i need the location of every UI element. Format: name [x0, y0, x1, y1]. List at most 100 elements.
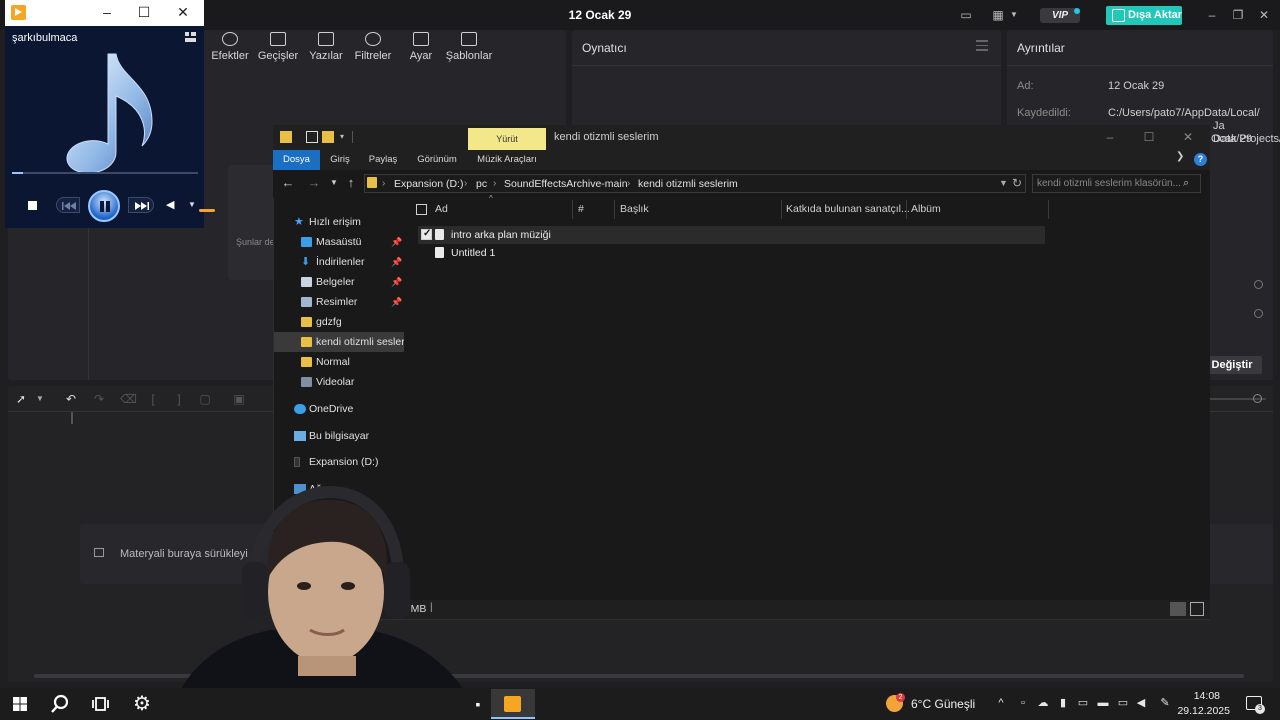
pin-icon[interactable]: 📌 — [391, 252, 402, 272]
minimize-icon[interactable]: – — [1204, 8, 1220, 22]
tab-effects[interactable]: Efektler — [205, 32, 255, 62]
nav-this-pc[interactable]: Bu bilgisayar — [274, 426, 404, 446]
menu-icon[interactable] — [976, 40, 988, 52]
stop-button[interactable] — [28, 201, 37, 210]
breadcrumb[interactable]: Expansion (D:) — [394, 178, 463, 190]
tab-adjust[interactable]: Ayar — [396, 32, 446, 62]
nav-item-downloads[interactable]: ⬇ İndirilenler 📌 — [274, 252, 404, 272]
nav-item-folder[interactable]: Normal — [274, 352, 404, 372]
device-icon[interactable]: ▫ — [1016, 696, 1030, 710]
volume-icon[interactable]: ◀ — [166, 198, 178, 212]
nav-item-videos[interactable]: Videolar — [274, 372, 404, 392]
tab-transitions[interactable]: Geçişler — [253, 32, 303, 62]
start-button[interactable] — [8, 692, 32, 716]
column-divider[interactable] — [1048, 200, 1049, 219]
close-icon[interactable]: ✕ — [173, 3, 193, 21]
redo-icon[interactable]: ↷ — [92, 392, 106, 406]
ribbon-tab-view[interactable]: Görünüm — [408, 150, 466, 170]
ribbon-tab-share[interactable]: Paylaş — [362, 150, 404, 170]
layout-icon[interactable]: ▦ — [990, 8, 1006, 22]
maximize-icon[interactable]: ☐ — [1139, 129, 1159, 145]
column-divider[interactable] — [781, 200, 782, 219]
ribbon-tab-music-tools[interactable]: Müzik Araçları — [470, 150, 544, 170]
delete-icon[interactable]: ⌫ — [120, 392, 137, 406]
image-icon[interactable]: ▣ — [232, 392, 246, 406]
export-button[interactable]: Dışa Aktar — [1106, 6, 1182, 25]
column-divider[interactable] — [906, 200, 907, 219]
display-icon[interactable]: ▭ — [1076, 696, 1090, 710]
breadcrumb[interactable]: kendi otizmli seslerim — [638, 178, 738, 190]
nav-item-documents[interactable]: Belgeler 📌 — [274, 272, 404, 292]
nav-item-folder[interactable]: gdzfg — [274, 312, 404, 332]
nav-onedrive[interactable]: OneDrive — [274, 399, 404, 419]
customize-toolbar-icon[interactable]: ▾ — [340, 131, 352, 143]
pause-button[interactable] — [88, 190, 120, 222]
chevron-right-icon[interactable]: › — [464, 178, 467, 189]
back-icon[interactable]: ← — [280, 175, 296, 191]
column-divider[interactable] — [572, 200, 573, 219]
ribbon-tab-home[interactable]: Giriş — [322, 150, 358, 170]
nav-quick-access[interactable]: ★ Hızlı erişim — [274, 212, 404, 232]
network-icon[interactable]: ▭ — [1116, 696, 1130, 710]
pin-icon[interactable]: 📌 — [391, 292, 402, 312]
chevron-down-icon[interactable]: ▼ — [999, 178, 1008, 188]
row-checkbox[interactable] — [421, 228, 432, 240]
search-icon[interactable] — [48, 692, 72, 716]
chevron-down-icon[interactable]: ❯ — [1176, 151, 1184, 162]
select-all-checkbox[interactable] — [416, 204, 427, 215]
maximize-icon[interactable]: ☐ — [134, 3, 154, 21]
recent-locations-icon[interactable]: ▼ — [326, 175, 342, 191]
pin-icon[interactable]: 📌 — [391, 232, 402, 252]
restore-icon[interactable]: ❐ — [1230, 8, 1246, 22]
chevron-right-icon[interactable]: › — [493, 178, 496, 189]
battery-icon[interactable]: ▬ — [1096, 696, 1110, 710]
playhead[interactable] — [71, 412, 73, 424]
chevron-down-icon[interactable]: ▼ — [33, 392, 47, 406]
microphone-icon[interactable]: ▮ — [1056, 696, 1070, 710]
weather-widget[interactable]: 6°C Güneşli — [911, 697, 975, 711]
nav-item-desktop[interactable]: Masaüstü 📌 — [274, 232, 404, 252]
minimize-icon[interactable]: – — [97, 3, 117, 21]
info-icon[interactable] — [1254, 280, 1263, 289]
ribbon-tab-file[interactable]: Dosya — [273, 150, 320, 170]
chevron-right-icon[interactable]: › — [382, 178, 385, 189]
volume-icon[interactable]: ◀ — [1134, 696, 1148, 710]
file-row[interactable]: intro arka plan müziği — [418, 226, 1045, 244]
next-button[interactable] — [128, 197, 154, 213]
details-view-icon[interactable] — [1170, 602, 1186, 616]
up-icon[interactable]: ↑ — [343, 175, 359, 191]
tab-filters[interactable]: Filtreler — [348, 32, 398, 62]
column-header-artist[interactable]: Katkıda bulunan sanatçıl... — [786, 203, 910, 215]
chevron-down-icon[interactable]: ▼ — [188, 200, 196, 209]
column-divider[interactable] — [614, 200, 615, 219]
close-icon[interactable]: ✕ — [1178, 129, 1198, 145]
task-view-icon[interactable] — [88, 692, 112, 716]
forward-icon[interactable]: → — [306, 175, 322, 191]
search-icon[interactable]: ⌕ — [1183, 177, 1189, 190]
tab-titles[interactable]: Yazılar — [301, 32, 351, 62]
seek-bar[interactable] — [12, 172, 198, 174]
pin-icon[interactable]: 📌 — [391, 272, 402, 292]
refresh-icon[interactable]: ↻ — [1012, 176, 1022, 190]
tab-templates[interactable]: Şablonlar — [444, 32, 494, 62]
pinned-app-icon[interactable]: ▪ — [466, 692, 490, 716]
nav-drive[interactable]: Expansion (D:) — [274, 452, 404, 472]
previous-button[interactable] — [56, 197, 80, 213]
column-header-name[interactable]: Ad — [435, 203, 448, 215]
context-tab-play[interactable]: Yürüt — [468, 128, 546, 150]
settings-gear-icon[interactable]: ⚙ — [130, 692, 154, 716]
monitor-icon[interactable]: ▭ — [958, 8, 974, 22]
select-tool-icon[interactable]: ➚ — [14, 392, 28, 406]
file-row[interactable]: Untitled 1 — [418, 244, 1045, 262]
chevron-down-icon[interactable]: ▼ — [1006, 8, 1022, 22]
zoom-slider-knob[interactable] — [1253, 394, 1262, 403]
crop-icon[interactable]: ▢ — [198, 392, 212, 406]
onedrive-icon[interactable]: ☁ — [1036, 696, 1050, 710]
undo-icon[interactable]: ↶ — [64, 392, 78, 406]
clock-time[interactable]: 14:08 — [1180, 690, 1220, 702]
column-header-title[interactable]: Başlık — [620, 203, 649, 215]
breadcrumb[interactable]: SoundEffectsArchive-main — [504, 178, 628, 190]
large-icons-view-icon[interactable] — [1190, 602, 1204, 616]
volume-slider[interactable] — [199, 209, 215, 212]
minimize-icon[interactable]: – — [1100, 129, 1120, 145]
